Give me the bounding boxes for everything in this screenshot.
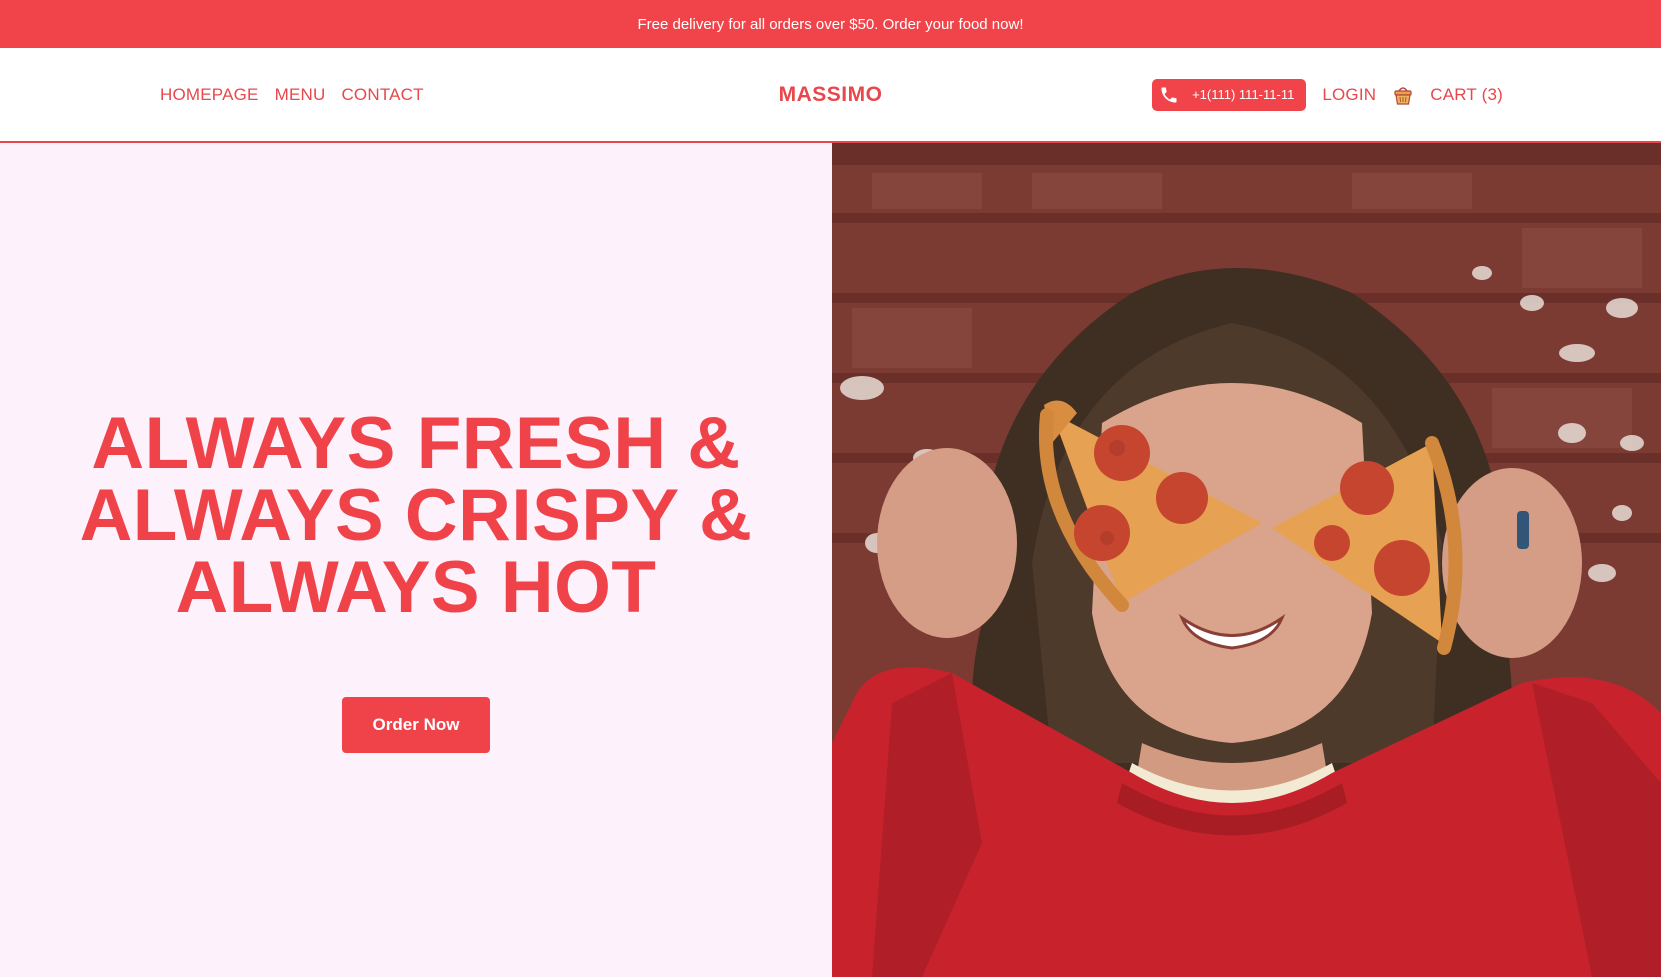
nav-link-homepage[interactable]: HOMEPAGE (160, 85, 259, 105)
nav-link-contact[interactable]: CONTACT (341, 85, 423, 105)
hero-title-line: ALWAYS FRESH & (91, 403, 741, 484)
promo-text: Free delivery for all orders over $50. O… (637, 15, 1024, 33)
hero-title-line: ALWAYS HOT (175, 547, 657, 628)
phone-icon (1158, 84, 1180, 106)
brand-logo[interactable]: MASSIMO (779, 83, 883, 107)
hero-title-line: ALWAYS CRISPY & (79, 475, 753, 556)
nav-link-menu[interactable]: MENU (275, 85, 326, 105)
login-link[interactable]: LOGIN (1322, 85, 1376, 105)
site-header: HOMEPAGE MENU CONTACT MASSIMO +1(111) 11… (0, 48, 1661, 143)
main-nav: HOMEPAGE MENU CONTACT (160, 48, 424, 141)
shopping-basket-icon[interactable] (1392, 83, 1414, 107)
header-actions: +1(111) 111-11-11 LOGIN CART (3) (1152, 48, 1503, 141)
phone-button[interactable]: +1(111) 111-11-11 (1152, 78, 1307, 111)
hero-text-panel: ALWAYS FRESH & ALWAYS CRISPY & ALWAYS HO… (0, 143, 832, 977)
order-now-button[interactable]: Order Now (342, 697, 490, 753)
promo-banner: Free delivery for all orders over $50. O… (0, 0, 1661, 48)
cart-link[interactable]: CART (3) (1430, 85, 1503, 105)
hero-photo-illustration (832, 143, 1661, 977)
hero-title: ALWAYS FRESH & ALWAYS CRISPY & ALWAYS HO… (0, 403, 832, 628)
phone-number: +1(111) 111-11-11 (1192, 87, 1295, 102)
hero-image (832, 143, 1661, 977)
